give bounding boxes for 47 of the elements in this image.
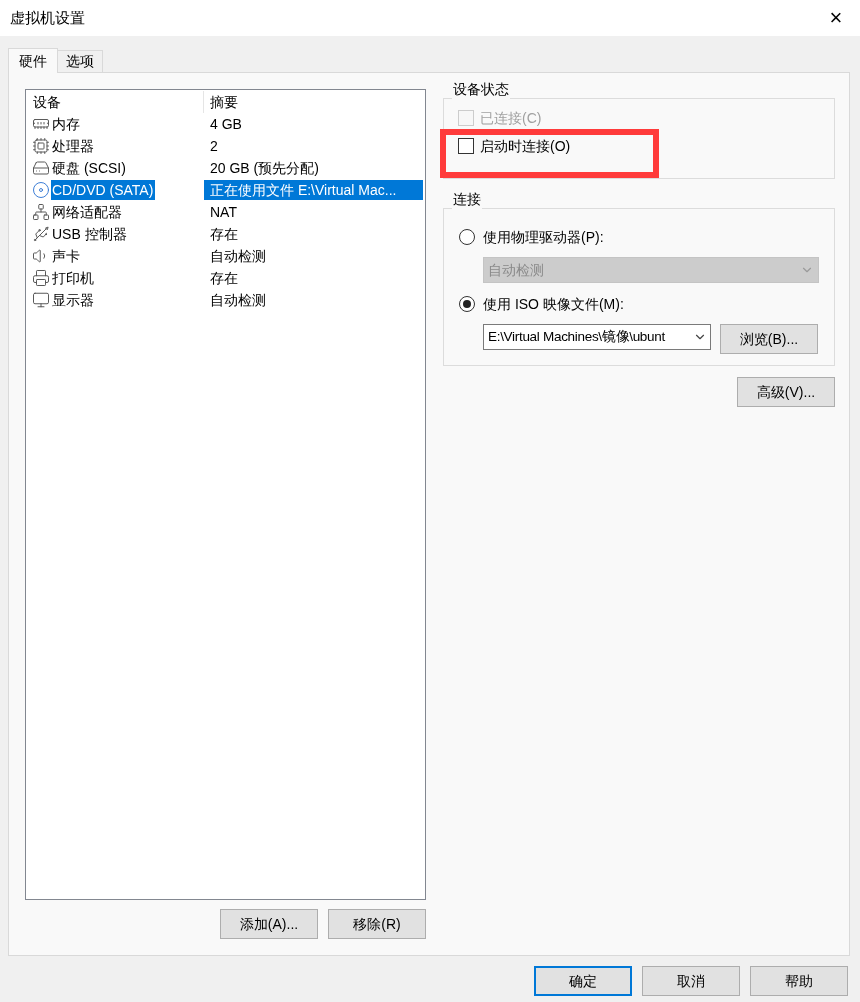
device-name[interactable]: 处理器: [51, 135, 94, 157]
usb-icon: [32, 225, 50, 243]
tab[interactable]: 硬件: [8, 48, 58, 73]
device-summary: NAT: [209, 202, 238, 222]
device-name[interactable]: 打印机: [51, 267, 94, 289]
iso-path-dropdown[interactable]: E:\Virtual Machines\镜像\ubunt: [483, 324, 711, 350]
device-summary: 自动检测: [209, 290, 267, 310]
printer-icon: [32, 269, 50, 287]
device-name[interactable]: 硬盘 (SCSI): [51, 157, 126, 179]
chip-icon: [32, 137, 50, 155]
dialog-button[interactable]: 确定: [534, 966, 632, 996]
device-summary: 存在: [209, 268, 239, 288]
radio-label: 使用物理驱动器(P):: [483, 227, 604, 247]
network-icon: [32, 203, 50, 221]
group-title: 连接: [452, 189, 482, 210]
device-name[interactable]: USB 控制器: [51, 223, 127, 245]
action-button[interactable]: 移除(R): [328, 909, 426, 939]
monitor-icon: [32, 291, 50, 309]
radio-button[interactable]: [459, 296, 475, 312]
device-summary: 4 GB: [209, 114, 243, 134]
window-title: 虚拟机设置: [10, 7, 85, 28]
action-button[interactable]: 添加(A)...: [220, 909, 318, 939]
checkbox-label: 已连接(C): [480, 108, 542, 128]
device-name[interactable]: 声卡: [51, 245, 80, 267]
browse-button[interactable]: 浏览(B)...: [720, 324, 818, 354]
column-header[interactable]: 摘要: [204, 91, 425, 113]
disc-icon: [32, 181, 50, 199]
tab[interactable]: 选项: [58, 50, 103, 72]
device-summary: 正在使用文件 E:\Virtual Mac...: [204, 180, 423, 200]
close-button[interactable]: ×: [824, 7, 848, 29]
device-summary: 存在: [209, 224, 239, 244]
device-name[interactable]: 显示器: [51, 289, 94, 311]
column-header[interactable]: 设备: [26, 91, 204, 113]
device-name[interactable]: 内存: [51, 113, 80, 135]
device-name[interactable]: CD/DVD (SATA): [51, 180, 156, 200]
group-title: 设备状态: [452, 79, 510, 100]
drive-icon: [32, 159, 50, 177]
dialog-button[interactable]: 取消: [642, 966, 740, 996]
device-summary: 2: [209, 136, 219, 156]
device-name[interactable]: 网络适配器: [51, 201, 122, 223]
device-summary: 20 GB (预先分配): [209, 158, 320, 178]
radio-label: 使用 ISO 映像文件(M):: [483, 294, 624, 314]
advanced-button[interactable]: 高级(V)...: [737, 377, 835, 407]
dialog-button[interactable]: 帮助: [750, 966, 848, 996]
checkbox-label: 启动时连接(O): [480, 136, 571, 156]
checkbox[interactable]: [458, 138, 474, 154]
device-summary: 自动检测: [209, 246, 267, 266]
